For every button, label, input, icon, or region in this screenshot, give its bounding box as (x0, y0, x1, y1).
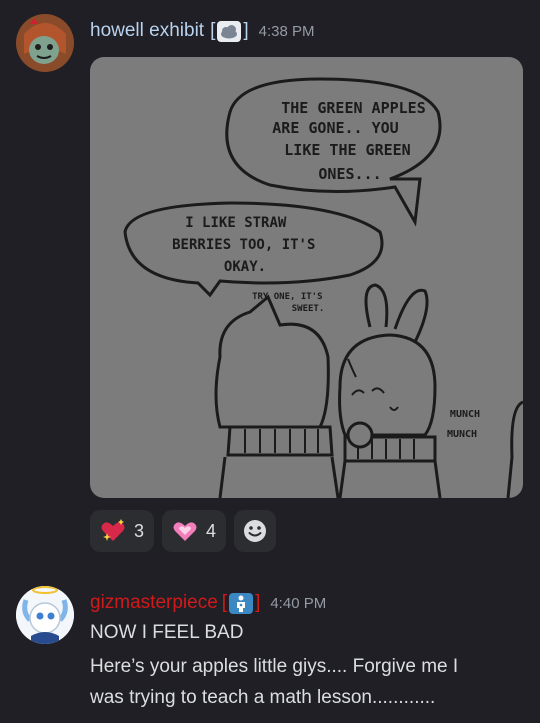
pink-heart-icon (173, 522, 197, 541)
timestamp: 4:38 PM (258, 23, 315, 40)
cloud-icon (217, 20, 242, 42)
sfx-munch: MUNCH (447, 429, 477, 440)
smiley-add-reaction-icon (244, 520, 267, 542)
sfx-munch: MUNCH (450, 409, 480, 420)
tag-close: ] (255, 592, 261, 613)
reaction-count: 3 (134, 520, 145, 541)
zombie-avatar-icon (16, 14, 74, 72)
reaction-sparkling-heart[interactable]: 3 (90, 510, 155, 552)
bubble2-line: I LIKE STRAW (185, 215, 287, 231)
comic-illustration: THE GREEN APPLES ARE GONE.. YOU LIKE THE… (123, 77, 523, 498)
avatar[interactable] (16, 586, 74, 644)
small-text-line: SWEET. (292, 304, 325, 314)
tag-close: ] (243, 20, 249, 41)
tag-open: [ (210, 20, 216, 41)
svg-text:TRY ONE, IT'S SWEET.: TRY ONE, IT'S SWEET. (252, 292, 328, 314)
timestamp: 4:40 PM (270, 595, 327, 612)
bubble1-line: ARE GONE.. YOU (272, 119, 398, 137)
username[interactable]: howell exhibit (90, 20, 204, 42)
message-header: gizmasterpiece [ ] 4:40 PM (90, 592, 326, 614)
svg-text:I LIKE STRAW BERRIES T: I LIKE STRAW BERRIES TOO, IT'S OKAY. (172, 215, 324, 275)
message-line: Here’s your apples little giys.... Forgi… (90, 656, 459, 677)
bubble1-line: THE GREEN APPLES (281, 99, 426, 117)
sparkling-red-heart-icon (101, 519, 125, 541)
message-line: NOW I FEEL BAD (90, 622, 244, 643)
user-tag[interactable]: [ ] (221, 592, 261, 614)
bubble2-line: BERRIES TOO, IT'S (172, 237, 315, 253)
tag-open: [ (221, 592, 228, 613)
message-header: howell exhibit [ ] 4:38 PM (90, 20, 315, 42)
bunny-avatar-icon (16, 586, 74, 644)
username[interactable]: gizmasterpiece (90, 592, 218, 614)
svg-text:MUNCH MUNCH: MUNCH MUNCH (447, 409, 486, 440)
avatar[interactable] (16, 14, 74, 72)
reaction-count: 4 (206, 520, 217, 541)
reaction-pink-heart[interactable]: 4 (162, 510, 227, 552)
image-attachment[interactable]: THE GREEN APPLES ARE GONE.. YOU LIKE THE… (90, 57, 523, 498)
baby-symbol-icon (229, 592, 254, 614)
reactions-bar: 3 4 (90, 510, 277, 552)
user-tag[interactable]: [ ] (210, 20, 249, 42)
bubble2-line: OKAY. (224, 259, 266, 275)
bubble1-line: ONES... (318, 165, 381, 183)
add-reaction-button[interactable] (234, 510, 277, 552)
message-line: was trying to teach a math lesson.......… (90, 687, 436, 708)
bubble1-line: LIKE THE GREEN (284, 141, 410, 159)
